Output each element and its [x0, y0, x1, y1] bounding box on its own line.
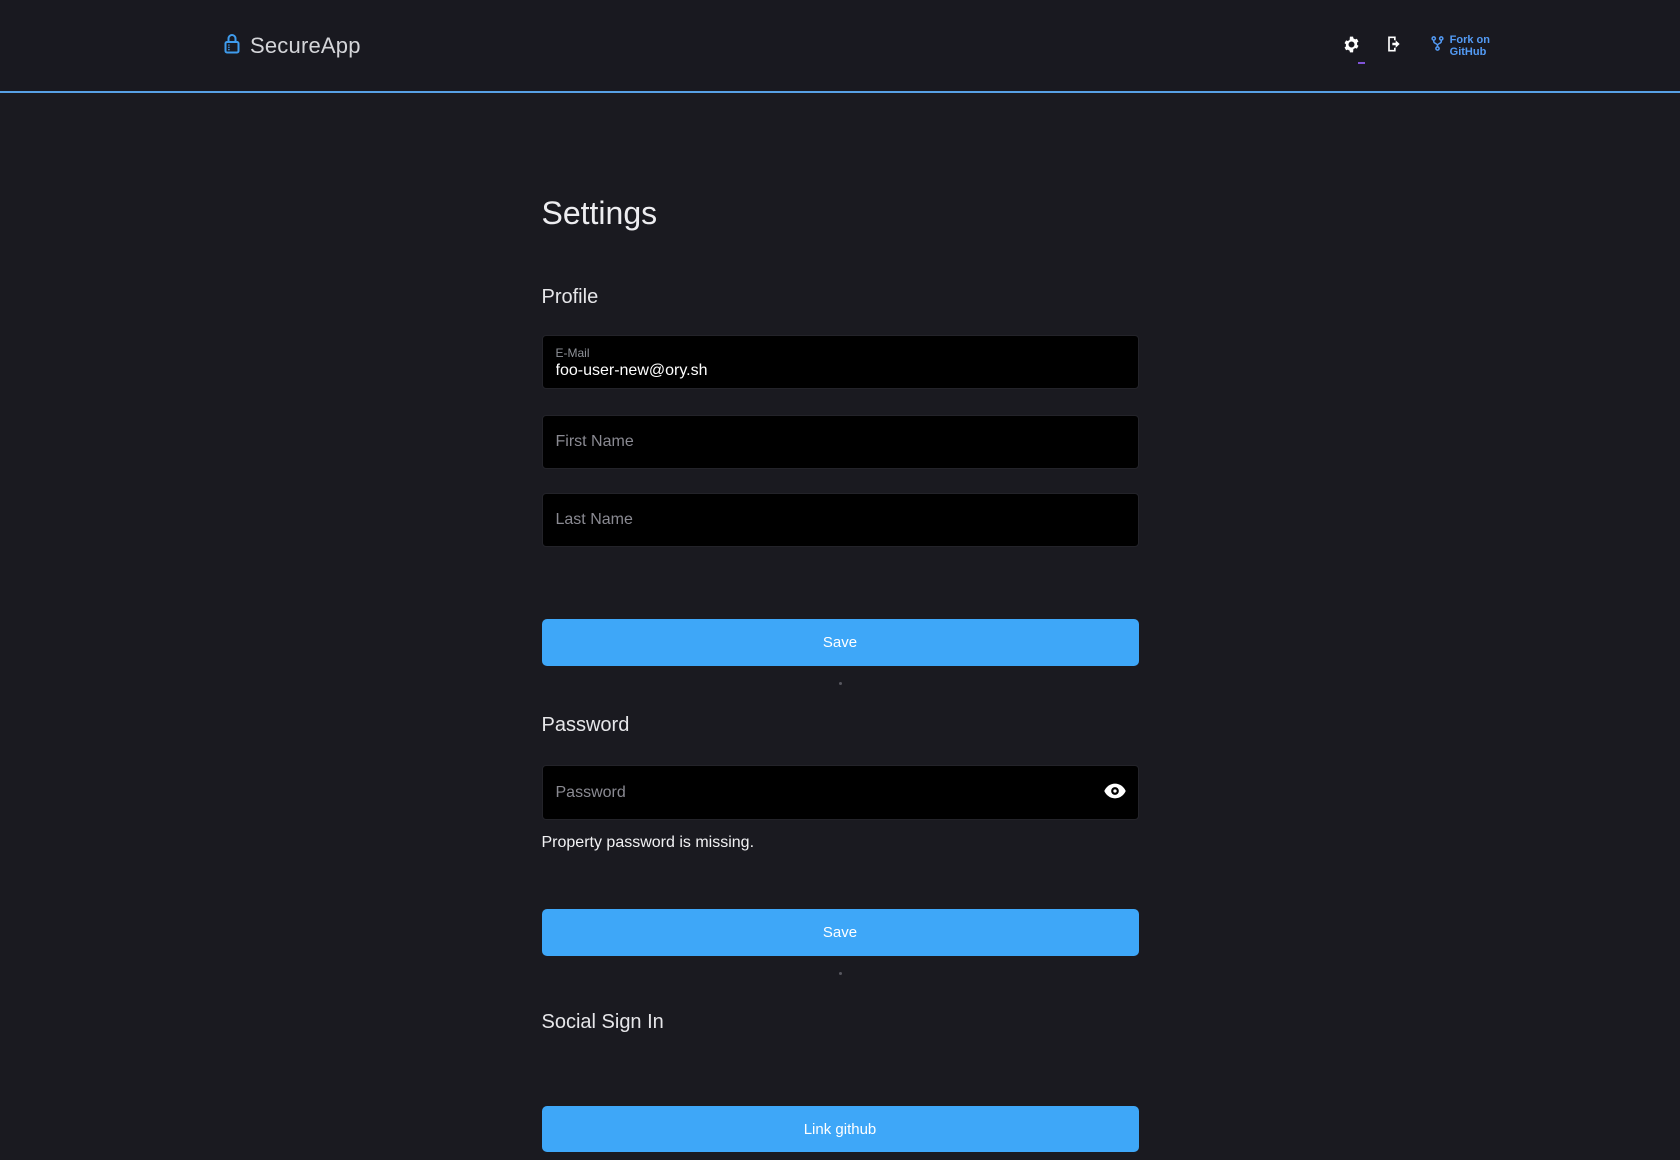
loader-dot — [839, 682, 842, 685]
logout-button[interactable] — [1382, 34, 1406, 58]
eye-icon — [1104, 783, 1126, 802]
first-name-field — [542, 415, 1139, 469]
last-name-input[interactable] — [542, 493, 1139, 547]
profile-heading: Profile — [542, 285, 1139, 309]
password-error-message: Property password is missing. — [542, 833, 1139, 853]
app-name: SecureApp — [250, 33, 361, 59]
password-input[interactable] — [542, 765, 1139, 820]
app-header: SecureApp — [0, 0, 1680, 93]
fork-link-label: Fork on GitHub — [1450, 34, 1490, 58]
loader-dot — [839, 972, 842, 975]
email-field-label: E-Mail — [556, 346, 1125, 360]
password-heading: Password — [542, 713, 1139, 737]
save-profile-button[interactable]: Save — [542, 619, 1139, 666]
link-github-button[interactable]: Link github — [542, 1106, 1139, 1152]
email-input[interactable] — [556, 360, 1125, 380]
save-password-button[interactable]: Save — [542, 909, 1139, 956]
page-title: Settings — [542, 193, 1139, 233]
settings-page: Settings Profile E-Mail Save Password Pr… — [542, 193, 1139, 1152]
logout-icon — [1384, 34, 1404, 57]
toggle-password-visibility-button[interactable] — [1102, 782, 1128, 804]
password-field — [542, 765, 1139, 820]
settings-gear-button[interactable] — [1340, 34, 1364, 58]
social-sign-in-heading: Social Sign In — [542, 1010, 1139, 1034]
fork-icon — [1430, 35, 1445, 57]
lock-icon — [224, 37, 240, 54]
first-name-input[interactable] — [542, 415, 1139, 469]
email-field[interactable]: E-Mail — [542, 335, 1139, 389]
fork-on-github-link[interactable]: Fork on GitHub — [1430, 34, 1490, 58]
focus-indicator — [1358, 62, 1365, 64]
header-actions: Fork on GitHub — [1340, 0, 1490, 91]
last-name-field — [542, 493, 1139, 547]
gear-icon — [1342, 35, 1361, 57]
app-logo[interactable]: SecureApp — [224, 0, 361, 91]
